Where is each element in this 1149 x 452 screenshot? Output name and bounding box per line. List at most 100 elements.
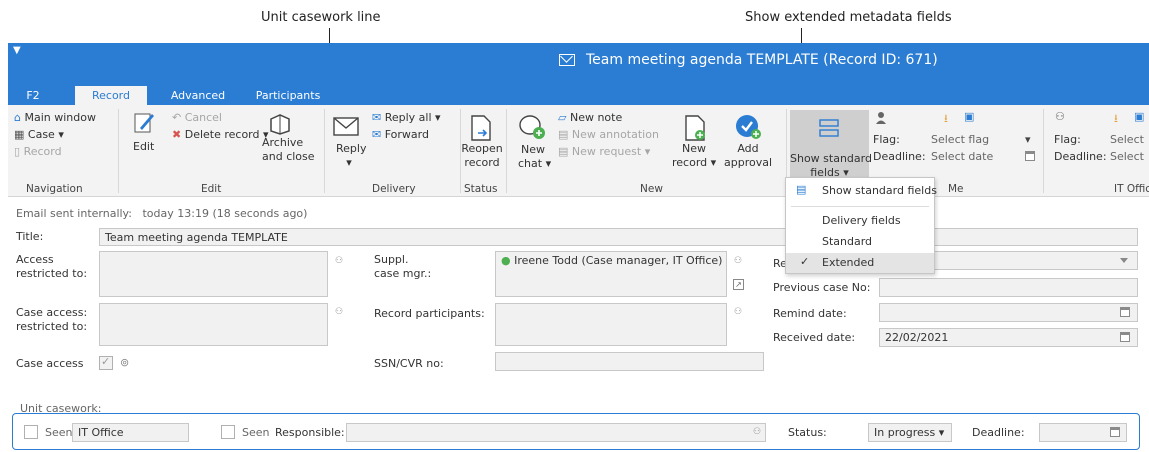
new-annotation-button[interactable]: ▤ New annotation [558, 128, 659, 142]
group-new: New [640, 183, 663, 195]
tab-f2[interactable]: F2 [8, 86, 58, 106]
participants-people-icon[interactable]: ⚇ [734, 307, 744, 317]
received-date-label: Received date: [773, 331, 856, 344]
ssn-label: SSN/CVR no: [374, 357, 444, 370]
reply-icon [333, 115, 361, 137]
unit-field[interactable]: IT Office [72, 423, 189, 442]
access-restricted-field[interactable] [99, 251, 328, 297]
seen-checkbox-1[interactable] [24, 425, 38, 439]
quick-access-icon[interactable]: ▼ [13, 45, 21, 56]
help-icon[interactable]: ⊚ [120, 356, 129, 370]
delete-icon: ✖ [172, 128, 182, 141]
remind-calendar-icon[interactable] [1120, 307, 1130, 317]
new-chat-button[interactable]: New chat ▾ [518, 143, 551, 171]
case-button[interactable]: ▦ Case ▾ [14, 128, 64, 142]
record-participants-field[interactable] [495, 303, 727, 346]
rec-select[interactable] [930, 251, 1138, 270]
standard-fields-icon: ▤ [796, 183, 807, 196]
access-people-icon[interactable]: ⚇ [335, 256, 345, 266]
reply-all-button[interactable]: ✉ Reply all ▾ [372, 111, 441, 125]
main-window-button[interactable]: ⌂ Main window [14, 111, 96, 125]
me-flag-dropdown[interactable]: ▾ [1025, 133, 1031, 147]
received-date-field[interactable]: 22/02/2021 [879, 328, 1138, 347]
cancel-button[interactable]: ↶ Cancel [172, 111, 222, 125]
edit-icon [132, 110, 156, 134]
it-deadline-label: Deadline: [1054, 150, 1107, 163]
deadline-calendar-icon[interactable] [1110, 427, 1120, 437]
group-it-office: IT Office [1114, 183, 1149, 195]
new-request-button[interactable]: ▤ New request ▾ [558, 145, 650, 159]
record-participants-label: Record participants: [374, 307, 485, 320]
remind-date-label: Remind date: [773, 307, 847, 320]
remind-date-field[interactable] [879, 303, 1138, 322]
reply-button[interactable]: Reply ▾ [336, 142, 366, 170]
edit-button[interactable]: Edit [133, 140, 154, 154]
window-title: Team meeting agenda TEMPLATE (Record ID:… [586, 52, 938, 68]
tab-advanced[interactable]: Advanced [158, 86, 238, 106]
new-note-button[interactable]: ▱ New note [558, 111, 622, 125]
record-icon: ▯ [14, 145, 21, 158]
org-icon: ⚇ [1055, 110, 1065, 123]
reopen-record-button[interactable]: Reopen record [460, 142, 504, 170]
previous-case-field[interactable] [879, 278, 1138, 297]
me-calendar-icon[interactable] [1025, 151, 1035, 161]
seen-label-1: Seen [45, 426, 73, 439]
rec-dropdown-icon[interactable] [1120, 258, 1128, 263]
menu-show-standard-fields[interactable]: ▤ Show standard fields [786, 181, 937, 201]
me-flag-select[interactable]: Select flag [931, 133, 989, 147]
group-delivery: Delivery [372, 183, 416, 195]
responsible-label: Responsible: [275, 426, 345, 439]
it-flag-select[interactable]: Select [1110, 133, 1144, 147]
open-link-icon[interactable]: ↗ [733, 279, 744, 290]
case-access-check-label: Case access [16, 357, 84, 370]
home-icon: ⌂ [14, 111, 21, 124]
title-input[interactable]: Team meeting agenda TEMPLATE [99, 228, 1138, 246]
it-download-icon[interactable]: ⭳ [1114, 110, 1118, 129]
new-record-button[interactable]: New record ▾ [672, 142, 716, 170]
received-calendar-icon[interactable] [1120, 332, 1130, 342]
suppl-people-icon[interactable]: ⚇ [734, 256, 744, 266]
responsible-people-icon[interactable]: ⚇ [753, 427, 763, 437]
download-icon[interactable]: ⭳ [944, 110, 948, 129]
it-view-icon[interactable]: ▣ [1134, 110, 1144, 123]
add-approval-button[interactable]: Add approval [724, 142, 772, 170]
group-status: Status [464, 183, 498, 195]
seen-label-2: Seen [242, 426, 270, 439]
new-chat-icon [518, 113, 546, 141]
me-deadline-select[interactable]: Select date [931, 150, 993, 164]
suppl-case-mgr-label: Suppl. case mgr.: [374, 253, 432, 280]
ssn-field[interactable] [495, 352, 764, 371]
delete-record-button[interactable]: ✖ Delete record ▾ [172, 128, 269, 142]
forward-button[interactable]: ✉ Forward [372, 128, 429, 142]
online-status-icon: ● [501, 254, 511, 267]
responsible-field[interactable] [346, 423, 766, 442]
menu-standard[interactable]: Standard [786, 232, 934, 252]
record-nav-button[interactable]: ▯ Record [14, 145, 62, 159]
case-access-field[interactable] [99, 303, 328, 346]
it-deadline-select[interactable]: Select [1110, 150, 1144, 164]
request-icon: ▤ [558, 145, 569, 158]
suppl-case-mgr-field[interactable]: ● Ireene Todd (Case manager, IT Office) … [495, 251, 727, 297]
archive-close-button[interactable]: Archive and close [262, 136, 315, 164]
menu-delivery-fields[interactable]: Delivery fields [786, 211, 934, 231]
previous-case-label: Previous case No: [773, 281, 871, 294]
group-navigation: Navigation [26, 183, 83, 195]
person-icon [875, 111, 887, 125]
case-access-people-icon[interactable]: ⚇ [335, 307, 345, 317]
me-flag-label: Flag: [873, 133, 900, 146]
case-access-checkbox[interactable]: ✓ [99, 355, 113, 370]
annotation-unit-casework-line: Unit casework line [261, 10, 381, 25]
view-icon[interactable]: ▣ [964, 110, 974, 123]
access-label: Access restricted to: [16, 253, 88, 280]
fields-icon [818, 116, 840, 142]
seen-checkbox-2[interactable] [221, 425, 235, 439]
menu-extended[interactable]: ✓ Extended [786, 253, 934, 273]
tab-participants[interactable]: Participants [248, 86, 328, 106]
forward-icon: ✉ [372, 128, 382, 141]
record-window: ▼ Team meeting agenda TEMPLATE (Record I… [8, 43, 1149, 452]
status-select[interactable]: In progress ▾ [868, 423, 952, 442]
status-label: Status: [788, 426, 827, 439]
group-edit: Edit [201, 183, 222, 195]
checkmark-icon: ✓ [800, 255, 810, 268]
tab-record[interactable]: Record [75, 86, 147, 106]
